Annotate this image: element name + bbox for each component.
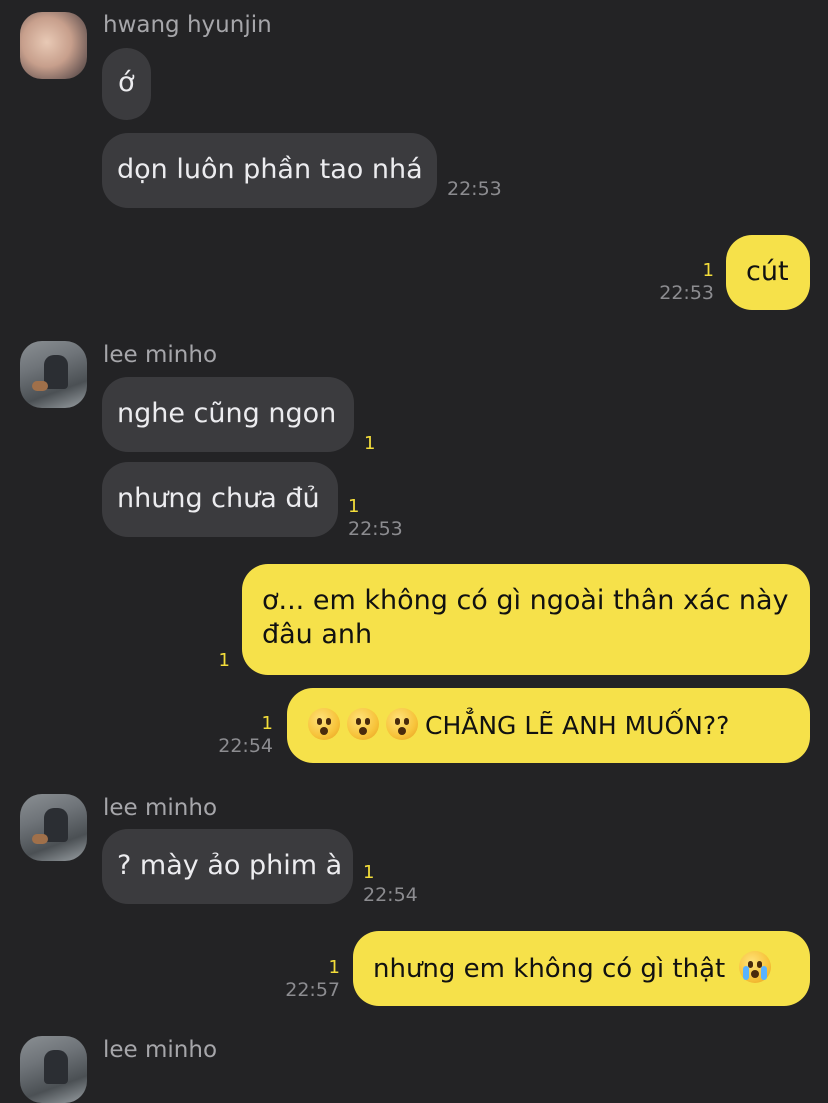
message-text: CHẲNG LẼ ANH MUỐN??: [425, 711, 730, 740]
sender-name: lee minho: [103, 1037, 218, 1063]
message-meta: 22:53: [447, 178, 502, 200]
message-meta: 1 22:54: [218, 713, 273, 757]
message-text: nhưng em không có gì thật: [373, 954, 726, 984]
astonished-face-icon: [308, 708, 340, 740]
message-meta: 1 22:57: [285, 957, 340, 1001]
message-meta: 1: [364, 433, 375, 455]
message-bubble[interactable]: dọn luôn phần tao nhá: [102, 133, 437, 208]
message-text: nghe cũng ngon: [117, 398, 337, 429]
avatar-lee-minho[interactable]: [20, 341, 87, 408]
message-bubble[interactable]: cút: [726, 235, 810, 310]
message-meta: 1 22:53: [659, 260, 714, 304]
message-text-line-1: ơ... em không có gì ngoài thân xác này: [262, 585, 789, 616]
message-bubble[interactable]: ? mày ảo phim à: [102, 829, 353, 904]
unread-count: 1: [702, 260, 714, 281]
timestamp: 22:53: [659, 282, 714, 304]
message-meta: 1 22:53: [348, 496, 403, 540]
avatar-hwang-hyunjin[interactable]: [20, 12, 87, 79]
message-text: ? mày ảo phim à: [117, 850, 343, 881]
sender-name: lee minho: [103, 342, 218, 368]
message-bubble[interactable]: ớ: [102, 48, 151, 120]
message-bubble[interactable]: nghe cũng ngon: [102, 377, 354, 452]
message-text-line-2: đâu anh: [262, 619, 373, 650]
timestamp: 22:54: [218, 735, 273, 757]
unread-count: 1: [364, 433, 376, 454]
message-text: cút: [746, 256, 789, 287]
sender-name: lee minho: [103, 795, 218, 821]
timestamp: 22:53: [447, 178, 502, 200]
avatar-lee-minho[interactable]: [20, 794, 87, 861]
message-meta: 1: [219, 650, 230, 672]
astonished-face-icon: [347, 708, 379, 740]
message-bubble[interactable]: nhưng chưa đủ: [102, 462, 338, 537]
avatar-dog: [32, 834, 48, 844]
timestamp: 22:53: [348, 518, 403, 540]
avatar-lee-minho[interactable]: [20, 1036, 87, 1103]
message-bubble[interactable]: ơ... em không có gì ngoài thân xác này đ…: [242, 564, 810, 675]
loudly-crying-face-icon: [739, 951, 772, 983]
unread-count: 1: [218, 650, 230, 671]
unread-count: 1: [348, 496, 360, 517]
avatar-figure: [44, 1050, 68, 1084]
message-text: nhưng chưa đủ: [117, 483, 320, 514]
message-bubble[interactable]: CHẲNG LẼ ANH MUỐN??: [287, 688, 810, 763]
timestamp: 22:57: [285, 979, 340, 1001]
unread-count: 1: [261, 713, 273, 734]
sender-name: hwang hyunjin: [103, 12, 272, 38]
message-bubble[interactable]: nhưng em không có gì thật: [353, 931, 810, 1006]
timestamp: 22:54: [363, 884, 418, 906]
message-text: dọn luôn phần tao nhá: [117, 154, 423, 185]
unread-count: 1: [328, 957, 340, 978]
astonished-face-icon: [386, 708, 418, 740]
message-meta: 1 22:54: [363, 862, 418, 906]
unread-count: 1: [363, 862, 375, 883]
avatar-dog: [32, 381, 48, 391]
message-text: ớ: [118, 67, 135, 98]
